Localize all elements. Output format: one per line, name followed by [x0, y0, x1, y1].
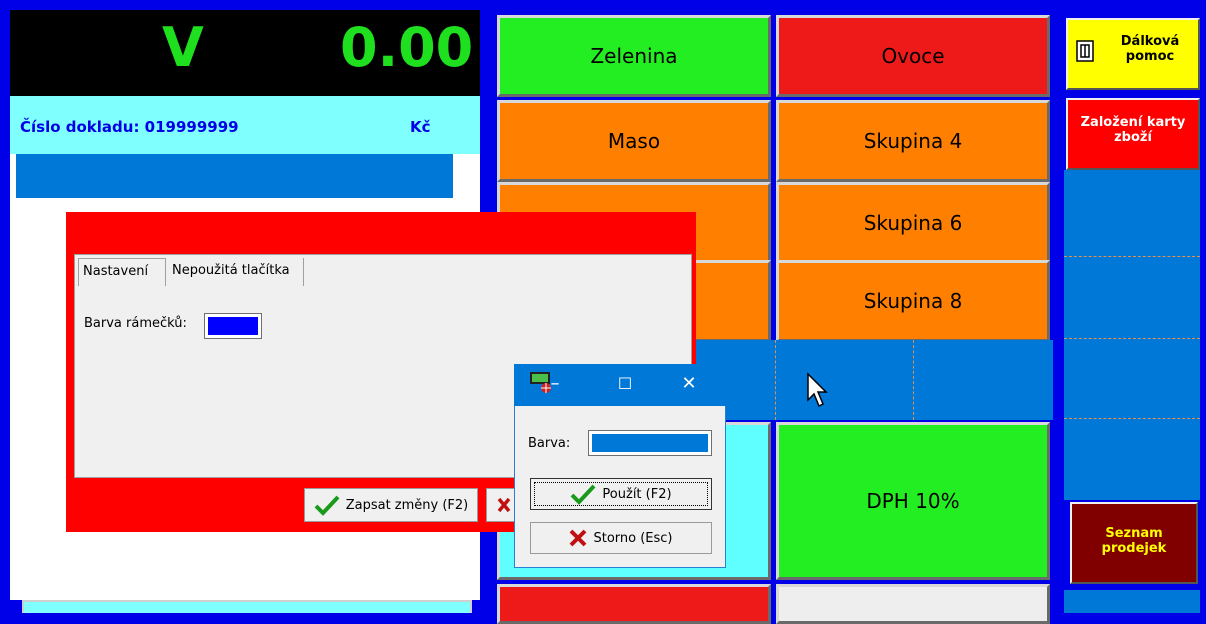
grid-divider — [913, 340, 914, 420]
display-mode: V — [162, 16, 204, 79]
apply-label: Použít (F2) — [602, 486, 672, 502]
function-divider — [1064, 338, 1200, 339]
group-button-skupina-6[interactable]: Skupina 6 — [776, 182, 1050, 264]
group-button-bottom-gray[interactable] — [776, 584, 1050, 624]
maximize-button[interactable]: ☐ — [610, 372, 640, 396]
cross-icon — [570, 529, 587, 547]
minimize-button[interactable]: – — [540, 372, 570, 396]
group-button-maso[interactable]: Maso — [497, 100, 771, 182]
sales-list-button[interactable]: Seznam prodejek — [1070, 502, 1198, 584]
receipt-total-bar — [22, 600, 472, 613]
color-label: Barva: — [528, 436, 571, 451]
save-changes-label: Zapsat změny (F2) — [345, 497, 469, 513]
save-changes-button[interactable]: Zapsat změny (F2) — [304, 488, 478, 522]
sales-list-label: Seznam prodejek — [1101, 526, 1167, 556]
document-number: Číslo dokladu: 019999999 — [20, 118, 239, 136]
group-button-skupina-8[interactable]: Skupina 8 — [776, 260, 1050, 342]
function-column-empty — [1064, 170, 1200, 500]
close-button[interactable]: ✕ — [674, 372, 704, 396]
storno-label: Storno (Esc) — [593, 530, 673, 546]
vat-button-10[interactable]: DPH 10% — [776, 422, 1050, 580]
mouse-cursor-icon — [807, 372, 828, 408]
group-button-bottom-red[interactable] — [497, 584, 771, 624]
color-picker[interactable] — [588, 430, 712, 456]
tab-settings[interactable]: Nastavení — [78, 258, 166, 286]
currency-label: Kč — [410, 118, 431, 136]
function-column-bottom — [1064, 590, 1200, 613]
function-divider — [1064, 418, 1200, 419]
storno-button[interactable]: Storno (Esc) — [530, 522, 712, 554]
color-swatch — [592, 434, 708, 452]
display-amount: 0.00 — [340, 16, 474, 79]
cross-icon — [497, 497, 511, 513]
tab-unused-buttons[interactable]: Nepoužitá tlačítka — [168, 258, 304, 286]
create-card-label: Založení karty zboží — [1080, 115, 1186, 145]
group-button-skupina-4[interactable]: Skupina 4 — [776, 100, 1050, 182]
frame-color-picker[interactable] — [204, 313, 262, 339]
frame-color-label: Barva rámečků: — [84, 316, 187, 331]
create-card-button[interactable]: Založení karty zboží — [1066, 98, 1200, 170]
function-divider — [1064, 256, 1200, 257]
grid-divider — [775, 340, 776, 420]
checkmark-icon — [314, 495, 340, 516]
remote-help-label: Dálková pomoc — [1120, 34, 1180, 64]
remote-help-icon — [1076, 40, 1094, 62]
group-button-zelenina[interactable]: Zelenina — [497, 15, 771, 97]
group-button-ovoce[interactable]: Ovoce — [776, 15, 1050, 97]
apply-button[interactable]: Použít (F2) — [530, 478, 712, 510]
frame-color-swatch — [208, 317, 258, 335]
receipt-selected-row[interactable] — [16, 154, 453, 198]
checkmark-icon — [571, 484, 596, 505]
